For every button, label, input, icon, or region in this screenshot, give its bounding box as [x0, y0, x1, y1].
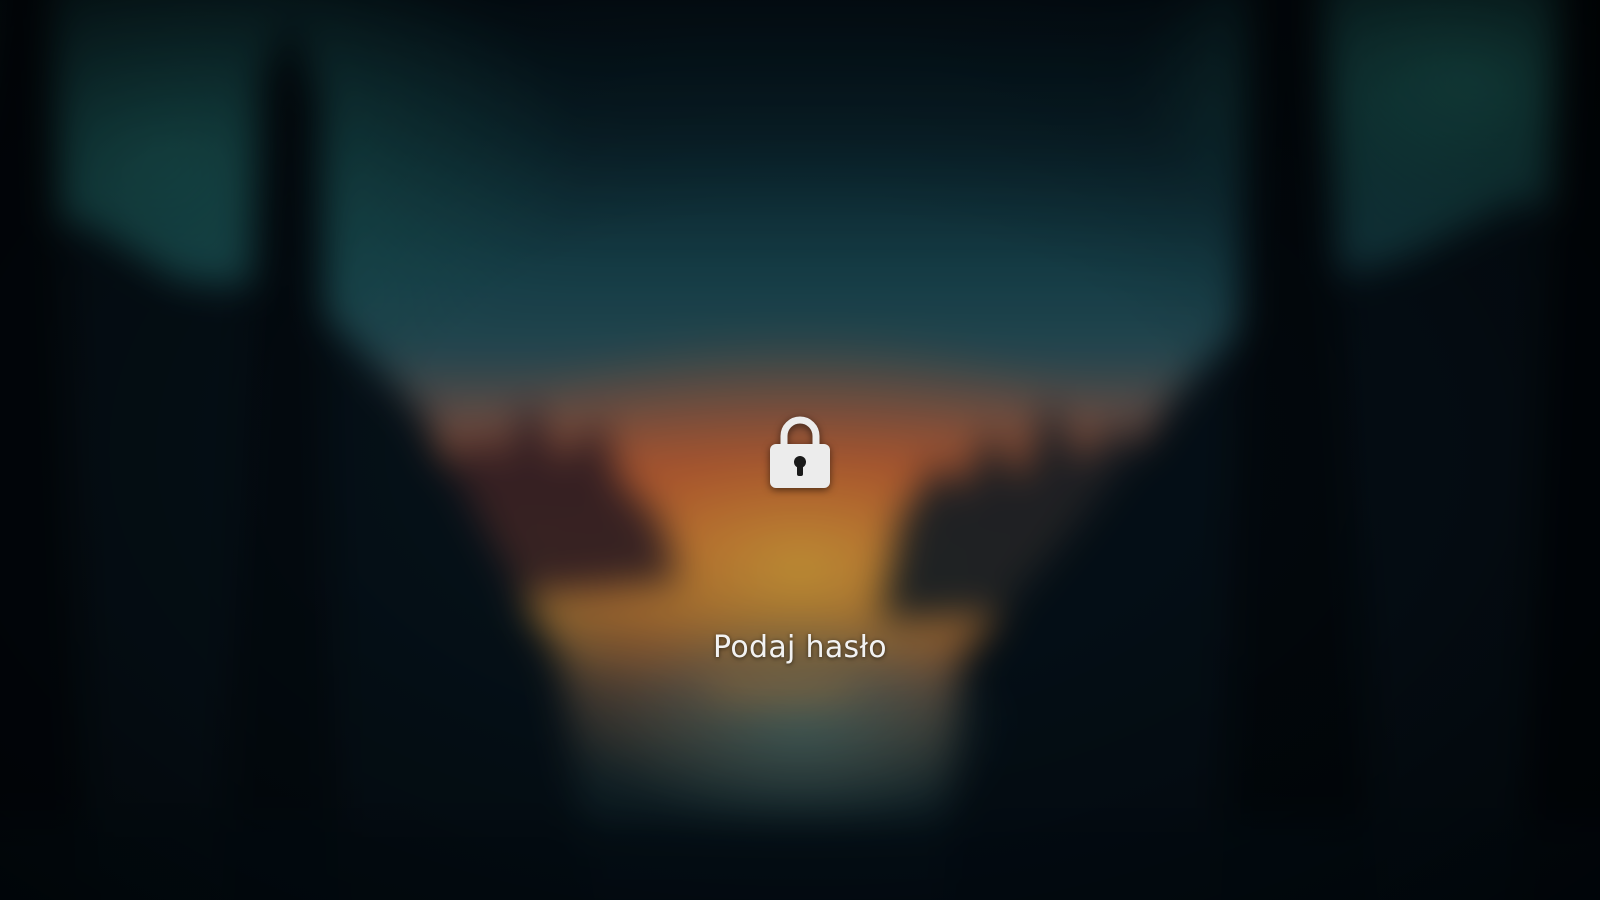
password-prompt: Podaj hasło: [713, 630, 887, 665]
lock-screen[interactable]: Podaj hasło: [0, 0, 1600, 900]
lock-icon: [768, 414, 832, 490]
